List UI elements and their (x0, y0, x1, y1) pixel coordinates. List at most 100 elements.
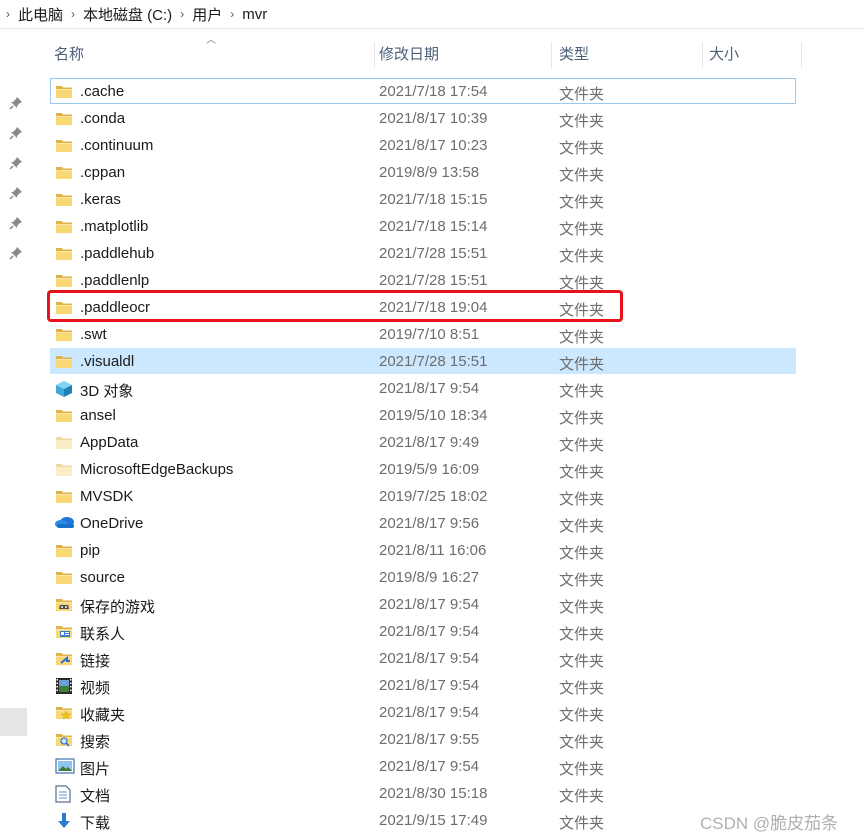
file-date: 2019/7/25 18:02 (379, 488, 488, 505)
file-date: 2021/9/15 17:49 (379, 812, 488, 829)
column-header-date[interactable]: 修改日期 (375, 42, 552, 68)
file-row[interactable]: pip 2021/8/11 16:06 文件夹 (50, 537, 796, 563)
file-row[interactable]: 下载 2021/9/15 17:49 文件夹 (50, 807, 796, 833)
file-row[interactable]: 收藏夹 2021/8/17 9:54 文件夹 (50, 699, 796, 725)
file-name: 文档 (80, 788, 111, 805)
file-name: .matplotlib (80, 218, 149, 235)
file-row[interactable]: .cache 2021/7/18 17:54 文件夹 (50, 78, 796, 104)
file-row[interactable]: MicrosoftEdgeBackups 2019/5/9 16:09 文件夹 (50, 456, 796, 482)
file-row[interactable]: source 2019/8/9 16:27 文件夹 (50, 564, 796, 590)
file-type: 文件夹 (559, 248, 605, 265)
file-row[interactable]: OneDrive 2021/8/17 9:56 文件夹 (50, 510, 796, 536)
file-row[interactable]: 3D 对象 2021/8/17 9:54 文件夹 (50, 375, 796, 401)
folder-icon (55, 407, 73, 423)
file-name: .conda (80, 110, 126, 127)
folder-icon (55, 164, 73, 180)
file-row[interactable]: 搜索 2021/8/17 9:55 文件夹 (50, 726, 796, 752)
file-type: 文件夹 (559, 410, 605, 427)
file-type: 文件夹 (559, 680, 605, 697)
navigation-selected-item[interactable] (0, 708, 27, 736)
links-icon (55, 650, 73, 666)
file-type: 文件夹 (559, 599, 605, 616)
file-name: .continuum (80, 137, 154, 154)
folder-icon (55, 110, 73, 126)
folder-icon (55, 191, 73, 207)
file-date: 2019/5/10 18:34 (379, 407, 488, 424)
file-name: pip (80, 542, 101, 559)
file-type: 文件夹 (559, 815, 605, 832)
file-type: 文件夹 (559, 329, 605, 346)
breadcrumb-local-disk[interactable]: 本地磁盘 (C:) (81, 4, 174, 25)
file-row[interactable]: .paddlehub 2021/7/28 15:51 文件夹 (50, 240, 796, 266)
file-row[interactable]: AppData 2021/8/17 9:49 文件夹 (50, 429, 796, 455)
file-row[interactable]: .keras 2021/7/18 15:15 文件夹 (50, 186, 796, 212)
hidden-folder-icon (55, 461, 73, 477)
file-row[interactable]: .swt 2019/7/10 8:51 文件夹 (50, 321, 796, 347)
breadcrumb-users[interactable]: 用户 (190, 4, 224, 25)
file-name: 3D 对象 (80, 383, 134, 400)
column-header-type[interactable]: 类型 (555, 42, 703, 68)
file-name: .paddlehub (80, 245, 155, 262)
file-date: 2021/8/17 9:54 (379, 677, 480, 694)
breadcrumb-separator-icon[interactable]: › (230, 7, 234, 21)
pin-icon[interactable] (9, 156, 23, 170)
file-date: 2021/7/18 15:14 (379, 218, 488, 235)
file-row[interactable]: .conda 2021/8/17 10:39 文件夹 (50, 105, 796, 131)
column-header-size[interactable]: 大小 (705, 42, 802, 68)
watermark: CSDN @脆皮茄条 (700, 814, 839, 833)
breadcrumb-separator-icon[interactable]: › (6, 7, 10, 21)
file-name: 下载 (80, 815, 111, 832)
file-row[interactable]: 视频 2021/8/17 9:54 文件夹 (50, 672, 796, 698)
file-date: 2021/8/17 9:54 (379, 758, 480, 775)
folder-icon (55, 272, 73, 288)
file-row[interactable]: 保存的游戏 2021/8/17 9:54 文件夹 (50, 591, 796, 617)
breadcrumb-this-pc[interactable]: 此电脑 (16, 4, 65, 25)
file-type: 文件夹 (559, 86, 605, 103)
column-header: ︿ 名称 修改日期 类型 大小 (30, 28, 865, 76)
file-row[interactable]: MVSDK 2019/7/25 18:02 文件夹 (50, 483, 796, 509)
pin-icon[interactable] (9, 216, 23, 230)
column-header-name[interactable]: 名称 (50, 42, 375, 68)
folder-icon (55, 353, 73, 369)
hidden-folder-icon (55, 434, 73, 450)
file-row[interactable]: .continuum 2021/8/17 10:23 文件夹 (50, 132, 796, 158)
file-row[interactable]: .visualdl 2021/7/28 15:51 文件夹 (50, 348, 796, 374)
file-type: 文件夹 (559, 761, 605, 778)
pin-icon[interactable] (9, 96, 23, 110)
file-row[interactable]: 链接 2021/8/17 9:54 文件夹 (50, 645, 796, 671)
folder-icon (55, 218, 73, 234)
file-name: MVSDK (80, 488, 134, 505)
file-date: 2021/8/17 9:55 (379, 731, 480, 748)
breadcrumb-separator-icon[interactable]: › (71, 7, 75, 21)
file-name: 图片 (80, 761, 111, 778)
file-row[interactable]: ansel 2019/5/10 18:34 文件夹 (50, 402, 796, 428)
file-type: 文件夹 (559, 194, 605, 211)
file-name: source (80, 569, 126, 586)
file-date: 2019/7/10 8:51 (379, 326, 480, 343)
pin-icon[interactable] (9, 126, 23, 140)
pin-icon[interactable] (9, 246, 23, 260)
downloads-icon (55, 812, 73, 828)
file-date: 2019/8/9 16:27 (379, 569, 480, 586)
file-row[interactable]: 联系人 2021/8/17 9:54 文件夹 (50, 618, 796, 644)
file-name: OneDrive (80, 515, 144, 532)
file-row[interactable]: .matplotlib 2021/7/18 15:14 文件夹 (50, 213, 796, 239)
breadcrumb-user-folder[interactable]: mvr (240, 6, 269, 23)
file-date: 2021/8/17 10:39 (379, 110, 488, 127)
file-name: .paddlenlp (80, 272, 150, 289)
file-type: 文件夹 (559, 356, 605, 373)
file-type: 文件夹 (559, 545, 605, 562)
file-date: 2021/8/17 9:54 (379, 623, 480, 640)
breadcrumb-separator-icon[interactable]: › (180, 7, 184, 21)
file-name: .cppan (80, 164, 126, 181)
file-type: 文件夹 (559, 491, 605, 508)
folder-icon (55, 245, 73, 261)
pin-icon[interactable] (9, 186, 23, 200)
file-date: 2021/7/28 15:51 (379, 272, 488, 289)
file-type: 文件夹 (559, 788, 605, 805)
file-row[interactable]: 图片 2021/8/17 9:54 文件夹 (50, 753, 796, 779)
3d-objects-icon (55, 380, 73, 397)
file-row[interactable]: 文档 2021/8/30 15:18 文件夹 (50, 780, 796, 806)
file-name: .swt (80, 326, 107, 343)
file-row[interactable]: .cppan 2019/8/9 13:58 文件夹 (50, 159, 796, 185)
